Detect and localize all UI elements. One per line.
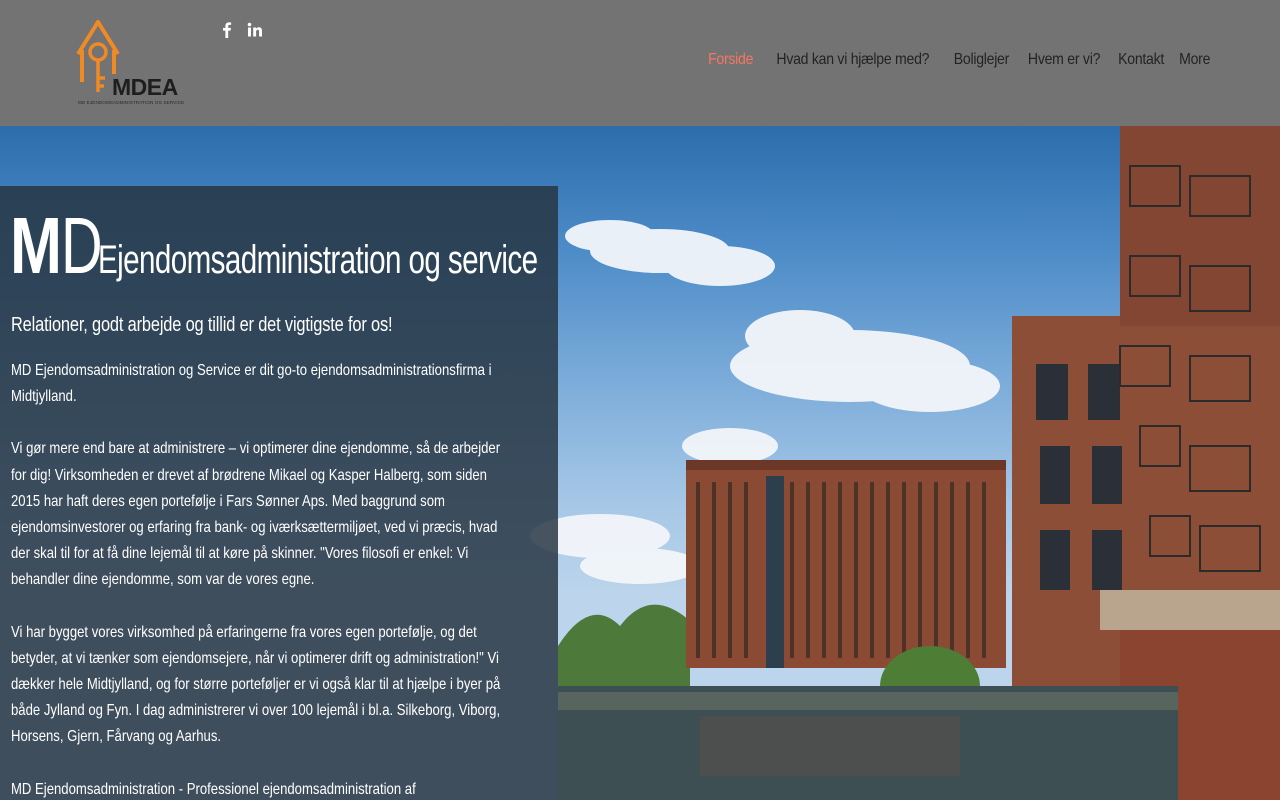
brand-letter-m: M <box>10 201 62 290</box>
nav-item-hvad-kan-vi-hjaelpe-med[interactable]: Hvad kan vi hjælpe med? <box>776 49 929 71</box>
brand-name: Ejendomsadministration og service <box>98 238 538 282</box>
logo-wordmark: MDEA <box>112 74 178 100</box>
intro-panel: MDEjendomsadministration og service Rela… <box>0 186 558 800</box>
site-logo[interactable]: MDEA MD EJENDOMSADMINISTRATION OG SERVIC… <box>74 16 185 108</box>
brand-letter-d: D <box>60 201 103 290</box>
intro-text: MD Ejendomsadministration og Service er … <box>11 358 507 800</box>
intro-paragraph-4: MD Ejendomsadministration - Professionel… <box>11 780 416 798</box>
facebook-link[interactable] <box>218 21 236 39</box>
nav-item-more[interactable]: More <box>1179 49 1210 71</box>
nav-item-hvem-er-vi[interactable]: Hvem er vi? <box>1027 49 1099 71</box>
nav-item-boliglejer[interactable]: Boliglejer <box>953 49 1009 71</box>
intro-paragraph-2: Vi gør mere end bare at administrere – v… <box>11 440 501 589</box>
hero-brand-heading: MDEjendomsadministration og service <box>10 206 558 286</box>
nav-item-forside[interactable]: Forside <box>708 49 753 71</box>
main-nav: Forside Hvad kan vi hjælpe med? Boliglej… <box>695 49 1212 71</box>
site-header: MDEA MD EJENDOMSADMINISTRATION OG SERVIC… <box>0 0 1280 126</box>
intro-paragraph-1: MD Ejendomsadministration og Service er … <box>11 362 492 406</box>
social-links <box>218 21 264 39</box>
intro-paragraph-3: Vi har bygget vores virksomhed på erfari… <box>11 623 501 746</box>
linkedin-icon <box>247 22 262 37</box>
linkedin-link[interactable] <box>246 21 264 39</box>
logo-subtitle: MD EJENDOMSADMINISTRATION OG SERVICE <box>78 100 185 105</box>
hero-tagline: Relationer, godt arbejde og tillid er de… <box>11 314 393 336</box>
nav-item-kontakt[interactable]: Kontakt <box>1118 49 1164 71</box>
facebook-icon <box>223 22 232 38</box>
